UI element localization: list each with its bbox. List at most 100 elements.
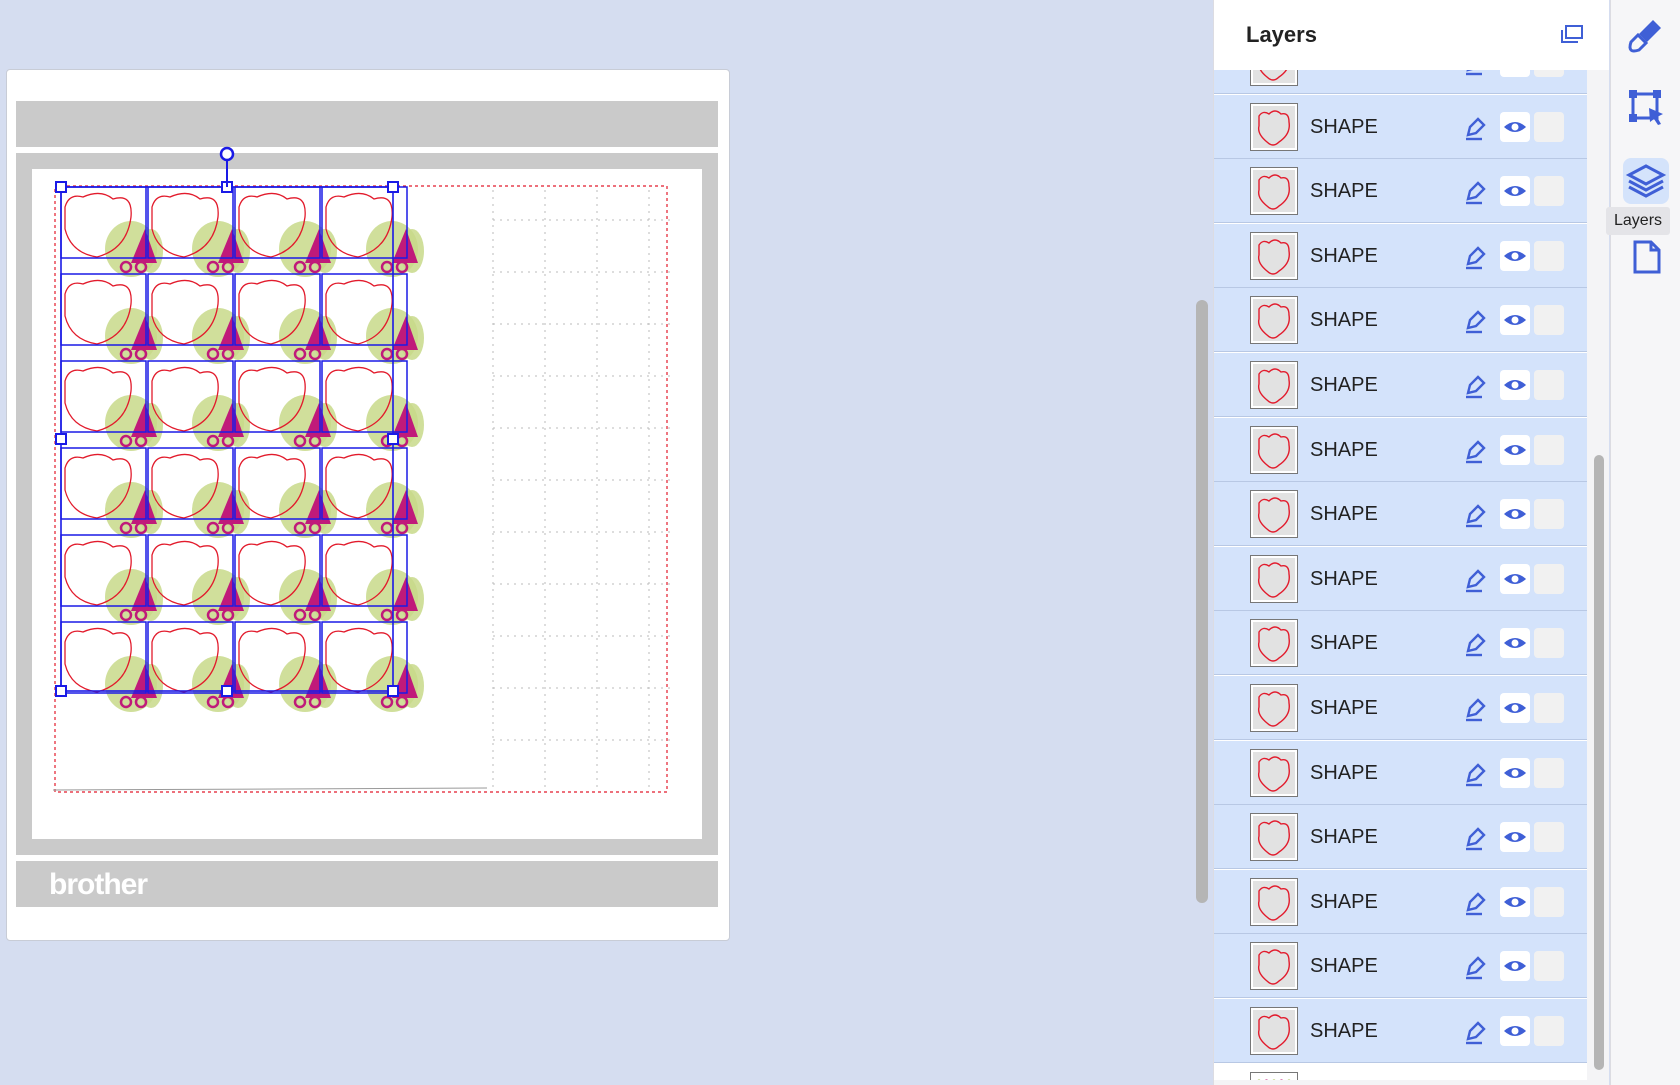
- layer-row[interactable]: SHAPE: [1214, 417, 1587, 482]
- edit-pen-icon[interactable]: [1462, 502, 1488, 528]
- shape-motif: [325, 366, 424, 451]
- lock-toggle[interactable]: [1534, 822, 1564, 853]
- visibility-toggle[interactable]: [1500, 951, 1530, 982]
- layer-label: SHAPE: [1310, 503, 1378, 526]
- right-toolbar: [1610, 0, 1680, 1085]
- layer-label: SHAPE: [1310, 632, 1378, 655]
- resize-handle[interactable]: [55, 433, 67, 445]
- visibility-toggle[interactable]: [1500, 757, 1530, 788]
- resize-handle[interactable]: [387, 685, 399, 697]
- edit-pen-icon[interactable]: [1462, 631, 1488, 657]
- layer-row[interactable]: SHAPE: [1214, 740, 1587, 805]
- lock-toggle[interactable]: [1534, 499, 1564, 530]
- layer-row[interactable]: IMAGE: [1214, 1063, 1587, 1080]
- lock-toggle[interactable]: [1534, 886, 1564, 917]
- shape-motif: [325, 192, 424, 277]
- edit-pen-icon[interactable]: [1462, 438, 1488, 464]
- layer-list[interactable]: SHAPE SHAPE SHAPE SHAPE SHAPE SHAPE SHAPE SHAPE…: [1214, 70, 1587, 1080]
- lock-toggle[interactable]: [1534, 305, 1564, 336]
- layer-row[interactable]: SHAPE: [1214, 611, 1587, 676]
- layer-row[interactable]: SHAPE: [1214, 288, 1587, 353]
- layer-row[interactable]: SHAPE: [1214, 546, 1587, 611]
- visibility-toggle[interactable]: [1500, 176, 1530, 207]
- lock-toggle[interactable]: [1534, 434, 1564, 465]
- resize-handle[interactable]: [55, 685, 67, 697]
- visibility-toggle[interactable]: [1500, 1016, 1530, 1046]
- shape-thumbnail: [1250, 490, 1298, 539]
- transform-tool-button[interactable]: [1623, 84, 1669, 130]
- resize-handle[interactable]: [387, 433, 399, 445]
- lock-toggle[interactable]: [1534, 111, 1564, 142]
- edit-pen-icon[interactable]: [1462, 244, 1488, 270]
- layer-row[interactable]: SHAPE: [1214, 999, 1587, 1063]
- page-icon: [1633, 240, 1661, 274]
- visibility-toggle[interactable]: [1500, 70, 1530, 77]
- lock-toggle[interactable]: [1534, 70, 1564, 77]
- edit-pen-icon[interactable]: [1462, 373, 1488, 399]
- lock-toggle[interactable]: [1534, 1016, 1564, 1046]
- lock-toggle[interactable]: [1534, 240, 1564, 271]
- visibility-toggle[interactable]: [1500, 499, 1530, 530]
- resize-handle[interactable]: [387, 181, 399, 193]
- layer-row[interactable]: SHAPE: [1214, 482, 1587, 547]
- visibility-toggle[interactable]: [1500, 111, 1530, 142]
- visibility-toggle[interactable]: [1500, 563, 1530, 594]
- canvas-scrollbar[interactable]: [1196, 300, 1208, 903]
- lock-toggle[interactable]: [1534, 951, 1564, 982]
- visibility-toggle[interactable]: [1500, 822, 1530, 853]
- edit-pen-icon[interactable]: [1462, 761, 1488, 787]
- edit-pen-icon[interactable]: [1462, 308, 1488, 334]
- eye-icon: [1504, 638, 1526, 649]
- panel-collapse-icon[interactable]: [1560, 24, 1584, 46]
- layer-label: SHAPE: [1310, 180, 1378, 203]
- edit-pen-icon[interactable]: [1462, 115, 1488, 141]
- visibility-toggle[interactable]: [1500, 434, 1530, 465]
- cutting-mat: brother: [6, 69, 730, 941]
- resize-handle[interactable]: [55, 181, 67, 193]
- edit-pen-icon[interactable]: [1462, 954, 1488, 980]
- resize-handle[interactable]: [221, 685, 233, 697]
- layers-scrollbar[interactable]: [1594, 455, 1604, 1070]
- lock-toggle[interactable]: [1534, 563, 1564, 594]
- edit-pen-icon[interactable]: [1462, 696, 1488, 722]
- visibility-toggle[interactable]: [1500, 693, 1530, 723]
- layer-row[interactable]: SHAPE: [1214, 353, 1587, 417]
- layer-row[interactable]: SHAPE: [1214, 869, 1587, 934]
- visibility-toggle[interactable]: [1500, 628, 1530, 659]
- layer-label: SHAPE: [1310, 309, 1378, 332]
- paint-tool-button[interactable]: [1623, 12, 1669, 58]
- eye-icon: [1504, 444, 1526, 455]
- edit-pen-icon[interactable]: [1462, 179, 1488, 205]
- lock-toggle[interactable]: [1534, 757, 1564, 788]
- layers-tool-button[interactable]: [1623, 158, 1669, 204]
- design-canvas[interactable]: [7, 70, 729, 940]
- shape-thumbnail: [1250, 554, 1298, 603]
- layers-icon: [1625, 164, 1667, 198]
- visibility-toggle[interactable]: [1500, 370, 1530, 400]
- edit-pen-icon[interactable]: [1462, 1019, 1488, 1045]
- layer-row[interactable]: SHAPE: [1214, 805, 1587, 870]
- layer-row[interactable]: SHAPE: [1214, 70, 1587, 94]
- edit-pen-icon[interactable]: [1462, 890, 1488, 916]
- edit-pen-icon[interactable]: [1462, 70, 1488, 76]
- shape-thumbnail: [1250, 361, 1298, 409]
- layer-row[interactable]: SHAPE: [1214, 676, 1587, 740]
- shape-thumbnail: [1250, 1007, 1298, 1055]
- layer-row[interactable]: SHAPE: [1214, 934, 1587, 999]
- edit-pen-icon[interactable]: [1462, 567, 1488, 593]
- lock-toggle[interactable]: [1534, 370, 1564, 400]
- lock-toggle[interactable]: [1534, 693, 1564, 723]
- layer-row[interactable]: SHAPE: [1214, 159, 1587, 224]
- edit-pen-icon[interactable]: [1462, 825, 1488, 851]
- lock-toggle[interactable]: [1534, 628, 1564, 659]
- visibility-toggle[interactable]: [1500, 305, 1530, 336]
- visibility-toggle[interactable]: [1500, 886, 1530, 917]
- rotate-handle[interactable]: [219, 146, 235, 162]
- page-tool-button[interactable]: [1623, 234, 1669, 280]
- canvas-area[interactable]: brother: [0, 0, 1190, 1085]
- layer-label: SHAPE: [1310, 374, 1378, 396]
- layer-row[interactable]: SHAPE: [1214, 223, 1587, 288]
- layer-row[interactable]: SHAPE: [1214, 94, 1587, 159]
- visibility-toggle[interactable]: [1500, 240, 1530, 271]
- lock-toggle[interactable]: [1534, 176, 1564, 207]
